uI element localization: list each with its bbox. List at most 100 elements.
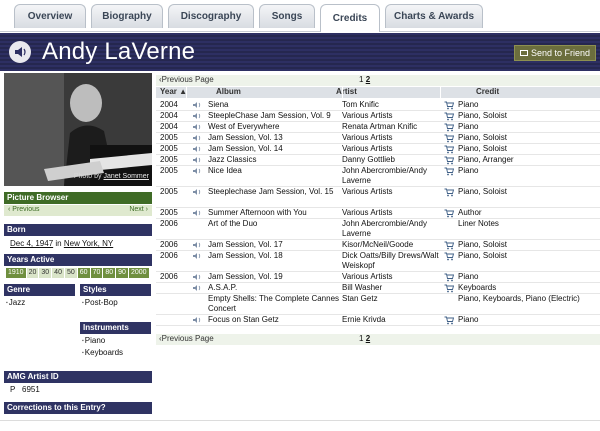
table-row[interactable]: 2005 Jazz Classics Danny Gottlieb Piano, Ar… [156,155,600,166]
sound-sample-icon[interactable] [192,252,202,260]
sound-sample-icon[interactable] [192,209,202,217]
sound-sample-icon[interactable] [192,156,202,164]
page-1-link[interactable]: 1 [359,334,363,343]
album-column-header[interactable]: Album [216,87,241,96]
page-2-link[interactable]: 2 [366,334,370,343]
shopping-cart-icon[interactable] [444,145,454,154]
decade-3[interactable]: 40 [52,268,64,278]
decade-5[interactable]: 60 [77,268,90,278]
decade-7[interactable]: 80 [103,268,116,278]
table-row[interactable]: 2005 Jam Session, Vol. 13 Various Artists P… [156,133,600,144]
row-artist[interactable]: Various Artists [342,144,442,154]
speaker-icon[interactable] [9,41,31,63]
sound-sample-icon[interactable] [192,167,202,175]
row-album[interactable]: Jazz Classics [208,155,341,165]
shopping-cart-icon[interactable] [444,167,454,176]
row-album[interactable]: Steeplechase Jam Session, Vol. 15 [208,187,341,197]
shopping-cart-icon[interactable] [444,273,454,282]
table-row[interactable]: 2004 SteepleChase Jam Session, Vol. 9 Vari… [156,111,600,122]
picture-prev-link[interactable]: ‹ Previous [8,206,40,213]
sound-sample-icon[interactable] [192,273,202,281]
style-item[interactable]: Post-Bop [82,297,118,309]
row-artist[interactable]: Kisor/McNeil/Goode [342,240,442,250]
row-album[interactable]: Jam Session, Vol. 19 [208,272,341,282]
artist-column-header[interactable]: Artist [336,87,357,96]
row-album[interactable]: SteepleChase Jam Session, Vol. 9 [208,111,341,121]
row-artist[interactable]: Renata Artman Knific [342,122,442,132]
row-artist[interactable]: Ernie Krivda [342,315,442,325]
row-album[interactable]: Nice Idea [208,166,341,176]
shopping-cart-icon[interactable] [444,134,454,143]
row-album[interactable]: Empty Shells: The Complete Cannes Concer… [208,294,341,314]
row-album[interactable]: Jam Session, Vol. 17 [208,240,341,250]
tab-credits[interactable]: Credits [320,4,380,32]
table-row[interactable]: 2006 Jam Session, Vol. 18 Dick Oatts/Billy… [156,251,600,272]
table-row[interactable]: Empty Shells: The Complete Cannes Concer… [156,294,600,315]
decade-8[interactable]: 90 [116,268,128,278]
shopping-cart-icon[interactable] [444,241,454,250]
row-artist[interactable]: Various Artists [342,272,442,282]
tab-overview[interactable]: Overview [14,4,86,28]
sound-sample-icon[interactable] [192,112,202,120]
credit-column-header[interactable]: Credit [476,87,499,96]
row-album[interactable]: Art of the Duo [208,219,341,229]
shopping-cart-icon[interactable] [444,123,454,132]
instrument-item[interactable]: Piano [82,335,123,347]
row-artist[interactable]: Tom Knific [342,100,442,110]
row-album[interactable]: Siena [208,100,341,110]
shopping-cart-icon[interactable] [444,284,454,293]
row-album[interactable]: Jam Session, Vol. 18 [208,251,341,261]
row-artist[interactable]: John Abercrombie/Andy Laverne [342,219,442,239]
artist-photo[interactable] [4,73,152,186]
shopping-cart-icon[interactable] [444,156,454,165]
decade-2[interactable]: 30 [39,268,52,278]
shopping-cart-icon[interactable] [444,188,454,197]
decade-4[interactable]: 50 [64,268,77,278]
shopping-cart-icon[interactable] [444,316,454,325]
decade-0[interactable]: 1910 [6,268,26,278]
decade-1[interactable]: 20 [26,268,39,278]
sound-sample-icon[interactable] [192,134,202,142]
row-artist[interactable]: Bill Washer [342,283,442,293]
row-artist[interactable]: Danny Gottlieb [342,155,442,165]
row-album[interactable]: Jam Session, Vol. 14 [208,144,341,154]
tab-discography[interactable]: Discography [168,4,254,28]
tab-songs[interactable]: Songs [259,4,315,28]
decade-6[interactable]: 70 [90,268,103,278]
row-artist[interactable]: Various Artists [342,208,442,218]
send-to-friend-button[interactable]: Send to Friend [513,45,596,61]
row-artist[interactable]: Various Artists [342,187,442,197]
sound-sample-icon[interactable] [192,101,202,109]
row-artist[interactable]: Stan Getz [342,294,442,304]
row-album[interactable]: Jam Session, Vol. 13 [208,133,341,143]
table-row[interactable]: 2006 Art of the Duo John Abercrombie/Andy … [156,219,600,240]
tab-charts-awards[interactable]: Charts & Awards [385,4,483,28]
decade-9[interactable]: 2000 [128,268,149,278]
year-column-header[interactable]: Year ▲ [160,87,187,96]
born-date-link[interactable]: Dec 4, 1947 [10,239,53,248]
row-artist[interactable]: Various Artists [342,111,442,121]
shopping-cart-icon[interactable] [444,209,454,218]
table-row[interactable]: 2005 Nice Idea John Abercrombie/Andy Laver… [156,166,600,187]
picture-next-link[interactable]: Next › [129,206,148,213]
sound-sample-icon[interactable] [192,145,202,153]
table-row[interactable]: 2005 Steeplechase Jam Session, Vol. 15 Var… [156,187,600,208]
page-2-link[interactable]: 2 [366,75,370,84]
table-row[interactable]: 2004 West of Everywhere Renata Artman Knif… [156,122,600,133]
prev-page-link[interactable]: ‹Previous Page [159,334,214,343]
table-row[interactable]: 2006 Jam Session, Vol. 19 Various Artists P… [156,272,600,283]
sound-sample-icon[interactable] [192,316,202,324]
row-album[interactable]: A.S.A.P. [208,283,341,293]
instrument-item[interactable]: Keyboards [82,347,123,359]
shopping-cart-icon[interactable] [444,112,454,121]
sound-sample-icon[interactable] [192,188,202,196]
shopping-cart-icon[interactable] [444,101,454,110]
sound-sample-icon[interactable] [192,284,202,292]
table-row[interactable]: 2005 Jam Session, Vol. 14 Various Artists P… [156,144,600,155]
row-album[interactable]: West of Everywhere [208,122,341,132]
table-row[interactable]: 2006 Jam Session, Vol. 17 Kisor/McNeil/Goo… [156,240,600,251]
table-row[interactable]: Focus on Stan Getz Ernie Krivda Piano [156,315,600,326]
page-1-link[interactable]: 1 [359,75,363,84]
corrections-link[interactable]: Corrections to this Entry? [4,402,152,414]
table-row[interactable]: 2004 Siena Tom Knific Piano [156,100,600,111]
